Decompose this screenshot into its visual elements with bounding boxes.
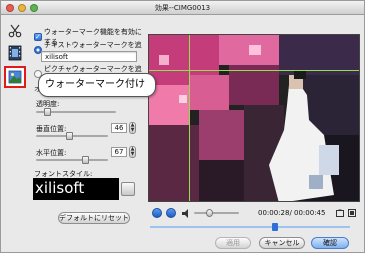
watermark-text-input[interactable]: xilisoft bbox=[41, 51, 137, 62]
reset-default-button[interactable]: デフォルトにリセット bbox=[58, 212, 130, 224]
horizontal-position-slider-thumb[interactable] bbox=[82, 156, 89, 164]
volume-icon bbox=[182, 209, 188, 218]
timeline[interactable] bbox=[150, 223, 350, 231]
horizontal-position-stepper[interactable]: ▲ ▼ bbox=[129, 146, 136, 158]
vertical-position-slider-thumb[interactable] bbox=[66, 132, 73, 140]
volume-slider[interactable] bbox=[194, 209, 239, 217]
play-button[interactable] bbox=[152, 208, 162, 218]
transparency-slider[interactable] bbox=[36, 108, 116, 116]
video-preview bbox=[148, 34, 360, 202]
clip-tool-button[interactable] bbox=[5, 21, 25, 41]
window-title: 効果--CIMG0013 bbox=[154, 4, 211, 12]
cancel-button[interactable]: キャンセル bbox=[259, 237, 305, 249]
watermark-tooltip: ウォーターマーク付け bbox=[38, 73, 156, 97]
preview-image bbox=[149, 35, 359, 201]
playback-controls: 00:00:28/ 00:00:45 bbox=[148, 206, 360, 220]
vertical-position-guide bbox=[149, 70, 359, 71]
vertical-position-stepper[interactable]: ▲ ▼ bbox=[129, 122, 136, 134]
time-display: 00:00:28/ 00:00:45 bbox=[258, 209, 326, 217]
fullscreen-icon[interactable] bbox=[348, 209, 356, 217]
font-picker-button[interactable] bbox=[121, 182, 135, 196]
timeline-playhead[interactable] bbox=[272, 223, 278, 231]
image-watermark-icon bbox=[8, 70, 22, 84]
watermark-settings-panel: ✓ ウォーターマーク機能を有効にする テキストウォーターマークを追加: xili… bbox=[28, 19, 148, 249]
stop-button[interactable] bbox=[166, 208, 176, 218]
crop-tool-button[interactable] bbox=[5, 43, 25, 63]
horizontal-position-input[interactable]: 67 bbox=[111, 147, 127, 157]
scissors-icon bbox=[8, 24, 22, 38]
ok-button[interactable]: 確認 bbox=[311, 237, 349, 249]
vertical-position-input[interactable]: 46 bbox=[111, 123, 127, 133]
watermark-tool-button[interactable] bbox=[4, 66, 26, 88]
horizontal-position-slider[interactable] bbox=[36, 156, 108, 164]
vertical-position-slider[interactable] bbox=[36, 132, 108, 140]
film-crop-icon bbox=[8, 45, 22, 61]
transparency-slider-thumb[interactable] bbox=[44, 108, 51, 116]
title-bar: 効果--CIMG0013 bbox=[1, 1, 364, 15]
tool-strip bbox=[3, 19, 27, 249]
volume-slider-thumb[interactable] bbox=[206, 209, 213, 217]
apply-button[interactable]: 適用 bbox=[215, 237, 251, 249]
effects-window: 効果--CIMG0013 ✓ ウォーターマーク機能を有効にする テキストウォータ… bbox=[0, 0, 365, 253]
horizontal-position-guide bbox=[189, 35, 190, 201]
snapshot-icon[interactable] bbox=[336, 209, 344, 217]
font-preview: xilisoft bbox=[33, 178, 119, 200]
